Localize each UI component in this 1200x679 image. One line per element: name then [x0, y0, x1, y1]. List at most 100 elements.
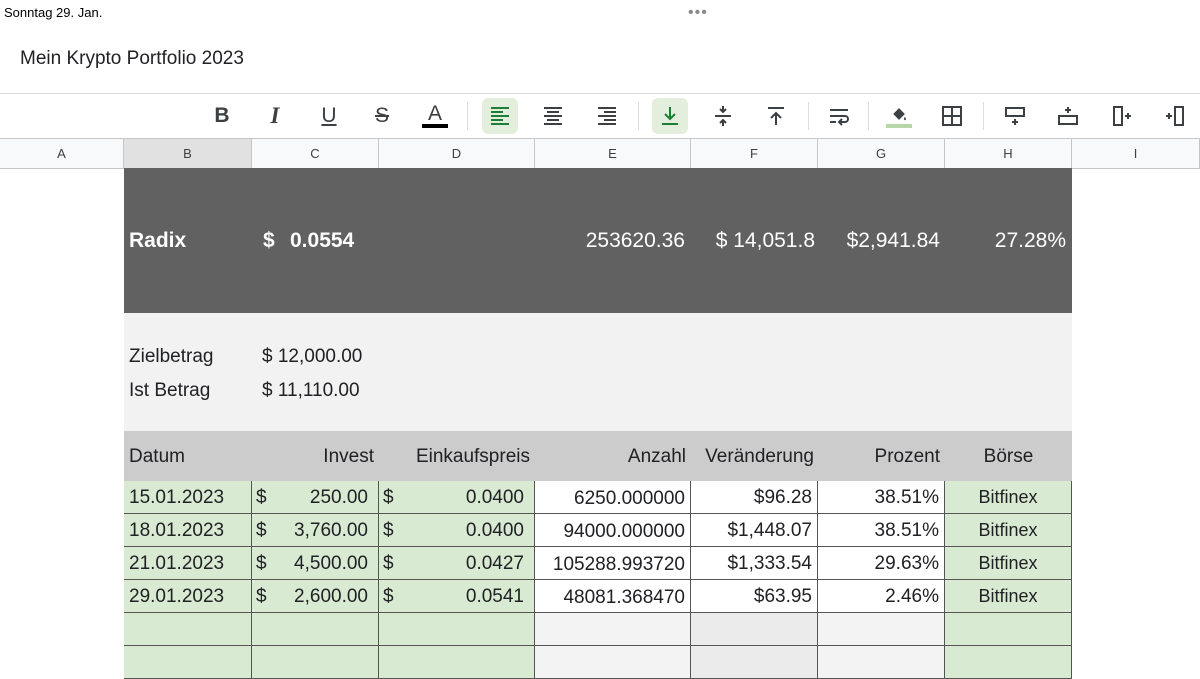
text-wrap-icon[interactable] [821, 98, 857, 134]
table-row: 18.01.2023 $3,760.00 $0.0400 94000.00000… [124, 514, 1072, 547]
change-cell[interactable]: $96.28 [691, 481, 818, 514]
column-header-e[interactable]: E [535, 139, 691, 168]
invest-cell[interactable]: $250.00 [252, 481, 379, 514]
invest-cell[interactable]: $4,500.00 [252, 547, 379, 580]
price-currency: $ [383, 586, 394, 607]
document-title[interactable]: Mein Krypto Portfolio 2023 [20, 48, 244, 70]
column-header-bar: A B C D E F G H I [0, 138, 1200, 169]
coin-summary-banner[interactable]: Radix $ 0.0554 253620.36 $ 14,051.8 $2,9… [124, 168, 1072, 313]
empty-cell[interactable] [124, 646, 252, 679]
buy-price-cell[interactable]: $0.0427 [379, 547, 535, 580]
align-left-icon[interactable] [482, 98, 518, 134]
date-cell[interactable]: 15.01.2023 [124, 481, 252, 514]
exchange-cell[interactable]: Bitfinex [945, 547, 1072, 580]
exchange-cell[interactable]: Bitfinex [945, 514, 1072, 547]
empty-cell[interactable] [379, 613, 535, 646]
status-date: Sonntag 29. Jan. [4, 5, 103, 20]
align-right-icon[interactable] [589, 98, 625, 134]
date-cell[interactable]: 18.01.2023 [124, 514, 252, 547]
invest-cell[interactable]: $3,760.00 [252, 514, 379, 547]
invest-cell[interactable]: $2,600.00 [252, 580, 379, 613]
exchange-cell[interactable]: Bitfinex [945, 481, 1072, 514]
valign-middle-icon[interactable] [705, 98, 741, 134]
empty-cell[interactable] [818, 613, 945, 646]
sheet-grid: Radix $ 0.0554 253620.36 $ 14,051.8 $2,9… [124, 168, 1072, 679]
empty-cell[interactable] [252, 646, 379, 679]
borders-icon[interactable] [934, 98, 970, 134]
amount-cell[interactable]: 105288.993720 [535, 547, 691, 580]
price-value: 0.0400 [465, 487, 524, 508]
empty-cell[interactable] [945, 613, 1072, 646]
empty-cell[interactable] [535, 613, 691, 646]
fill-color-icon[interactable] [881, 98, 917, 134]
price-currency: $ [383, 487, 394, 508]
column-header-h[interactable]: H [945, 139, 1072, 168]
buy-price-cell[interactable]: $0.0541 [379, 580, 535, 613]
italic-button[interactable]: I [257, 98, 293, 134]
invest-currency: $ [256, 520, 267, 541]
coin-price-currency: $ [263, 229, 275, 252]
empty-cell[interactable] [379, 646, 535, 679]
table-header-row: Datum Invest Einkaufspreis Anzahl Veränd… [124, 431, 1072, 481]
valign-top-icon[interactable] [758, 98, 794, 134]
table-row: 29.01.2023 $2,600.00 $0.0541 48081.36847… [124, 580, 1072, 613]
amount-cell[interactable]: 94000.000000 [535, 514, 691, 547]
buy-price-cell[interactable]: $0.0400 [379, 481, 535, 514]
strikethrough-button[interactable]: S [364, 98, 400, 134]
column-header-c[interactable]: C [252, 139, 379, 168]
change-cell[interactable]: $63.95 [691, 580, 818, 613]
percent-cell[interactable]: 38.51% [818, 481, 945, 514]
change-cell[interactable]: $1,448.07 [691, 514, 818, 547]
insert-row-below-icon[interactable] [1050, 98, 1086, 134]
column-header-d[interactable]: D [379, 139, 535, 168]
coin-total-percent: 27.28% [994, 229, 1066, 252]
column-header-a[interactable]: A [0, 139, 124, 168]
percent-cell[interactable]: 29.63% [818, 547, 945, 580]
date-cell[interactable]: 29.01.2023 [124, 580, 252, 613]
column-header-g[interactable]: G [818, 139, 945, 168]
coin-name: Radix [129, 229, 187, 252]
insert-row-above-icon[interactable] [997, 98, 1033, 134]
insert-column-left-icon[interactable] [1104, 98, 1140, 134]
coin-total-change: $2,941.84 [846, 229, 940, 252]
goal-value[interactable]: $ 12,000.00 [262, 346, 362, 368]
empty-cell[interactable] [535, 646, 691, 679]
status-bar: Sonntag 29. Jan. ••• [0, 0, 1200, 28]
empty-row [124, 646, 1072, 679]
empty-cell[interactable] [124, 613, 252, 646]
percent-cell[interactable]: 2.46% [818, 580, 945, 613]
insert-column-right-icon[interactable] [1157, 98, 1193, 134]
align-center-icon[interactable] [535, 98, 571, 134]
percent-cell[interactable]: 38.51% [818, 514, 945, 547]
bold-button[interactable]: B [204, 98, 240, 134]
amount-cell[interactable]: 48081.368470 [535, 580, 691, 613]
change-cell[interactable]: $1,333.54 [691, 547, 818, 580]
text-color-swatch [422, 124, 448, 128]
header-invest: Invest [323, 446, 374, 467]
empty-cell[interactable] [691, 646, 818, 679]
amount-cell[interactable]: 6250.000000 [535, 481, 691, 514]
valign-bottom-icon[interactable] [652, 98, 688, 134]
empty-cell[interactable] [945, 646, 1072, 679]
multitasking-dots[interactable]: ••• [688, 4, 708, 22]
underline-button[interactable]: U [311, 98, 347, 134]
text-color-button[interactable]: A [417, 98, 453, 134]
column-header-f[interactable]: F [691, 139, 818, 168]
table-row: 21.01.2023 $4,500.00 $0.0427 105288.9937… [124, 547, 1072, 580]
invest-currency: $ [256, 553, 267, 574]
actual-label: Ist Betrag [129, 380, 211, 401]
empty-cell[interactable] [252, 613, 379, 646]
date-cell[interactable]: 21.01.2023 [124, 547, 252, 580]
fill-color-swatch [886, 124, 912, 128]
actual-value[interactable]: $ 11,110.00 [262, 380, 360, 402]
column-header-b[interactable]: B [124, 139, 252, 168]
column-header-i[interactable]: I [1072, 139, 1200, 168]
price-value: 0.0427 [465, 553, 524, 574]
empty-cell[interactable] [818, 646, 945, 679]
header-exchange: Börse [983, 446, 1034, 467]
buy-price-cell[interactable]: $0.0400 [379, 514, 535, 547]
empty-cell[interactable] [691, 613, 818, 646]
price-value: 0.0541 [465, 586, 524, 607]
exchange-cell[interactable]: Bitfinex [945, 580, 1072, 613]
goal-label: Zielbetrag [129, 346, 214, 367]
